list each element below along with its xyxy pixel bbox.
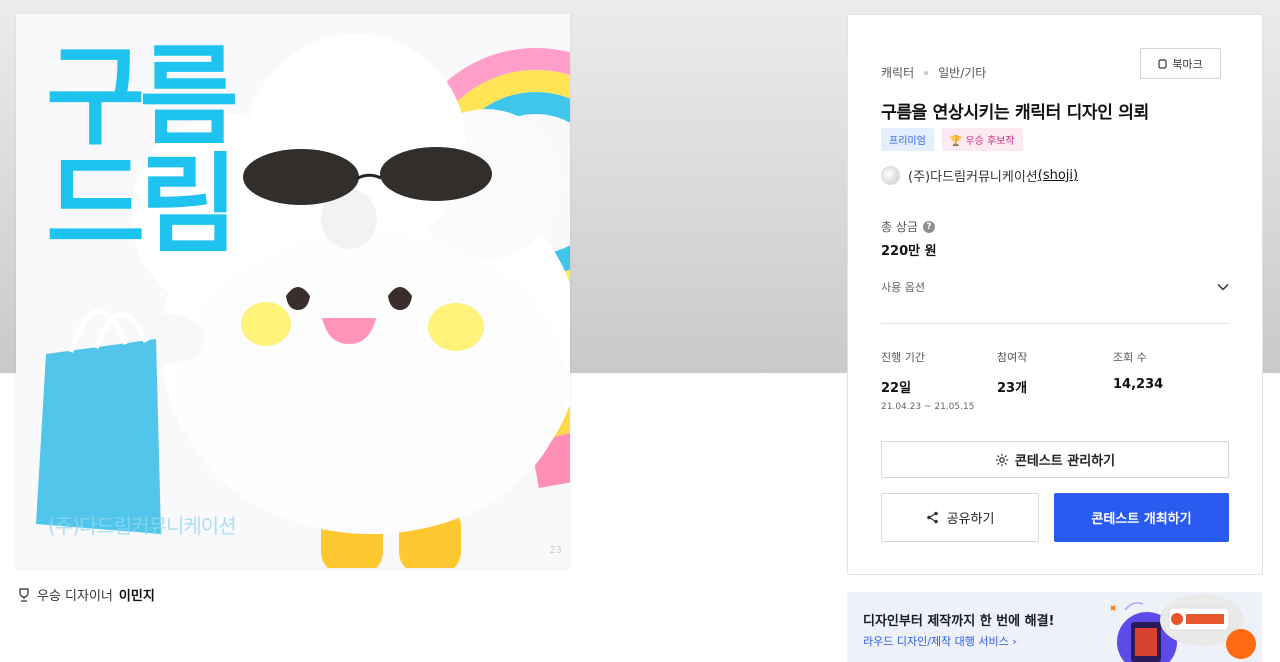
subcategory-label[interactable]: 일반/기타 — [938, 64, 986, 81]
banner-illustration — [1110, 594, 1256, 662]
contest-stats: 진행 기간 22일 21.04.23 ~ 21.05.15 참여작 23개 조회… — [881, 349, 1229, 412]
gear-icon — [995, 453, 1009, 466]
stat-views-label: 조회 수 — [1113, 351, 1147, 364]
share-icon — [926, 511, 938, 524]
avatar — [881, 166, 900, 185]
category-label[interactable]: 캐릭터 — [881, 64, 914, 81]
bookmark-icon — [1158, 58, 1167, 69]
stat-period-value: 22일 — [881, 381, 912, 396]
stat-period: 진행 기간 22일 21.04.23 ~ 21.05.15 — [881, 349, 997, 412]
banner-link[interactable]: 라우드 디자인/제작 대행 서비스 › — [863, 633, 1017, 649]
manage-contest-label: 콘테스트 관리하기 — [1014, 454, 1116, 469]
winner-designer: 우승 디자이너 이민지 — [17, 585, 155, 604]
breadcrumb: 캐릭터 일반/기타 — [881, 64, 986, 81]
designer-prefix: 우승 디자이너 — [37, 589, 113, 604]
host-handle[interactable]: (shoji) — [1038, 168, 1078, 183]
award-badge: 🏆 우승 후보작 — [941, 128, 1023, 151]
artwork-title: 구름 드림 — [46, 35, 239, 268]
bookmark-button[interactable]: 북마크 — [1140, 48, 1221, 79]
stat-participants-label: 참여작 — [997, 351, 1028, 364]
stat-period-dates: 21.04.23 ~ 21.05.15 — [881, 402, 975, 412]
prize-value: 220만 원 — [881, 244, 937, 259]
award-badge-label: 우승 후보작 — [965, 136, 1015, 147]
divider — [881, 323, 1229, 324]
premium-badge: 프리미엄 — [881, 128, 934, 151]
share-button[interactable]: 공유하기 — [881, 493, 1039, 542]
host-name: (주)다드림커뮤니케이션 — [908, 170, 1038, 185]
contest-info-panel: 캐릭터 일반/기타 북마크 구름을 연상시키는 캐릭터 디자인 의뢰 프리미엄 … — [847, 14, 1263, 575]
badge-row: 프리미엄 🏆 우승 후보작 — [881, 128, 1023, 151]
host-info[interactable]: (주)다드림커뮤니케이션 (shoji) — [881, 166, 1078, 185]
artwork-corner-mark: 23 — [549, 545, 562, 556]
stat-views-value: 14,234 — [1113, 377, 1164, 392]
contest-title: 구름을 연상시키는 캐릭터 디자인 의뢰 — [881, 103, 1149, 123]
winning-artwork[interactable]: 구름 드림 (주)다드림커뮤니케이션 23 — [16, 14, 570, 568]
designer-name[interactable]: 이민지 — [119, 585, 155, 604]
host-contest-label: 콘테스트 개최하기 — [1091, 512, 1192, 527]
stat-participants-value: 23개 — [997, 381, 1028, 396]
prize-label-text: 총 상금 — [881, 220, 918, 234]
manage-contest-button[interactable]: 콘테스트 관리하기 — [881, 441, 1229, 478]
help-icon[interactable]: ? — [922, 220, 935, 233]
bookmark-label: 북마크 — [1172, 57, 1203, 71]
trophy-icon — [19, 587, 29, 602]
artwork-watermark: (주)다드림커뮤니케이션 — [48, 514, 237, 538]
prize-label: 총 상금 ? — [881, 218, 935, 235]
stat-views: 조회 수 14,234 — [1113, 349, 1229, 412]
host-contest-button[interactable]: 콘테스트 개최하기 — [1054, 493, 1229, 542]
ad-banner[interactable]: 디자인부터 제작까지 한 번에 해결! 라우드 디자인/제작 대행 서비스 › — [847, 592, 1262, 662]
banner-headline: 디자인부터 제작까지 한 번에 해결! — [863, 614, 1055, 629]
usage-options-label: 사용 옵션 — [881, 281, 925, 294]
usage-options-toggle[interactable]: 사용 옵션 — [881, 279, 1229, 295]
stat-participants: 참여작 23개 — [997, 349, 1113, 412]
stat-period-label: 진행 기간 — [881, 351, 925, 364]
share-label: 공유하기 — [946, 512, 995, 527]
chevron-down-icon — [1217, 283, 1229, 291]
separator-dot — [924, 70, 929, 75]
